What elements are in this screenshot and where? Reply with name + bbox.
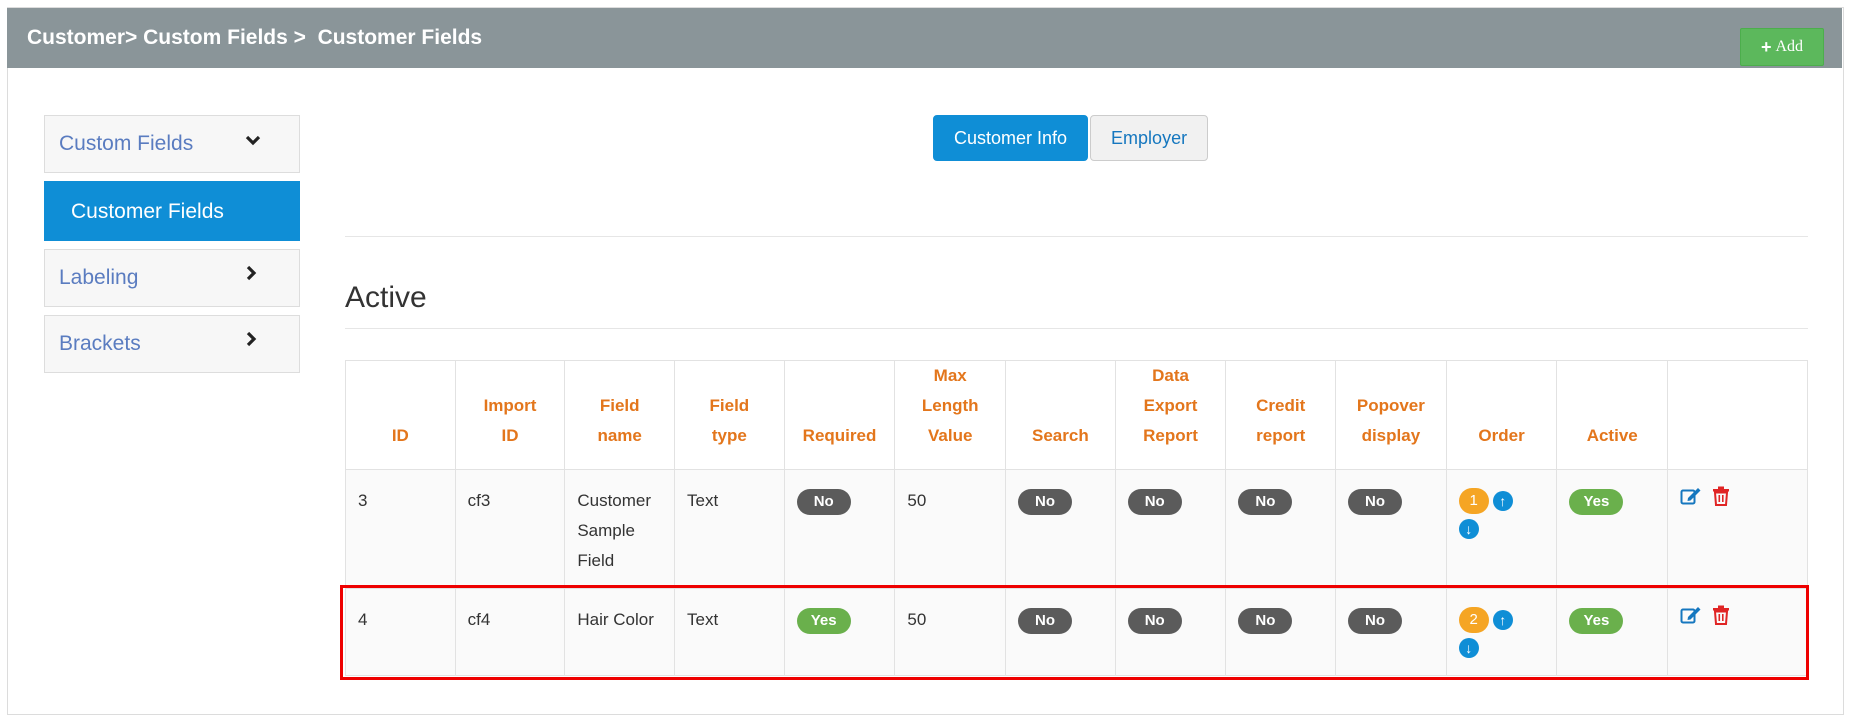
cell-credit-report: No: [1225, 588, 1337, 676]
cell-required: No: [783, 469, 896, 589]
custom-fields-table: ID Import ID Field name Field type Required M…: [345, 360, 1808, 676]
trash-icon[interactable]: [1712, 486, 1730, 516]
cell-popover: No: [1335, 588, 1447, 676]
cell-id: 3: [345, 469, 456, 589]
cell-order: 2 ↑ ↓: [1445, 588, 1558, 676]
sidebar-item-customer-fields[interactable]: Customer Fields: [44, 181, 300, 241]
status-badge: No: [1238, 489, 1293, 515]
cell-order: 1 ↑ ↓: [1445, 469, 1558, 589]
cell-credit-report: No: [1225, 469, 1337, 589]
order-badge: 1: [1458, 488, 1489, 514]
cell-max-length: 50: [894, 469, 1007, 589]
arrow-up-circle-icon[interactable]: ↑: [1492, 490, 1513, 511]
cell-id: 4: [345, 588, 456, 676]
cell-data-export: No: [1114, 469, 1227, 589]
th-actions: [1667, 360, 1808, 470]
edit-icon[interactable]: [1680, 605, 1702, 635]
sidebar-item-label: Labeling: [59, 266, 139, 289]
th-max-length: Max Length Value: [894, 360, 1007, 470]
page-header: Customer> Custom Fields > Customer Field…: [7, 8, 1842, 68]
status-badge: Yes: [796, 608, 851, 634]
th-id: ID: [345, 360, 456, 470]
sidebar-item-custom-fields[interactable]: Custom Fields: [44, 115, 300, 173]
add-button[interactable]: + Add: [1740, 28, 1824, 66]
edit-icon[interactable]: [1680, 486, 1702, 516]
add-button-label: Add: [1775, 38, 1804, 55]
divider: [345, 328, 1808, 329]
plus-icon: +: [1760, 36, 1772, 57]
tab-bar: Customer Info Employer: [933, 115, 1209, 161]
cell-data-export: No: [1114, 588, 1227, 676]
th-active: Active: [1556, 360, 1669, 470]
cell-actions: [1667, 588, 1808, 676]
cell-field-name: Customer Sample Field: [564, 469, 676, 589]
th-search: Search: [1005, 360, 1116, 470]
cell-field-name: Hair Color: [564, 588, 676, 676]
sidebar-item-labeling[interactable]: Labeling: [44, 249, 300, 307]
chevron-down-icon: [245, 130, 261, 153]
cell-field-type: Text: [674, 469, 785, 589]
table-header-row: ID Import ID Field name Field type Required M…: [345, 360, 1808, 470]
sidebar-item-label: Custom Fields: [59, 132, 194, 155]
order-badge: 2: [1458, 607, 1489, 633]
th-data-export: Data Export Report: [1114, 360, 1227, 470]
status-badge: No: [1127, 608, 1182, 634]
divider: [345, 236, 1808, 237]
status-badge: Yes: [1569, 608, 1624, 634]
sidebar-item-brackets[interactable]: Brackets: [44, 315, 300, 373]
cell-import-id: cf3: [454, 469, 566, 589]
th-field-name: Field name: [564, 360, 676, 470]
arrow-up-circle-icon[interactable]: ↑: [1492, 609, 1513, 630]
sidebar: Custom Fields Customer Fields Labeling B…: [44, 115, 300, 381]
section-title: Active: [345, 281, 427, 314]
table-row: 4 cf4 Hair Color Text Yes 50 No No No No…: [345, 588, 1808, 676]
th-import-id: Import ID: [454, 360, 566, 470]
status-badge: No: [1127, 489, 1182, 515]
cell-field-type: Text: [674, 588, 785, 676]
th-popover: Popover display: [1335, 360, 1447, 470]
cell-active: Yes: [1556, 469, 1669, 589]
status-badge: No: [1018, 489, 1073, 515]
status-badge: No: [1348, 489, 1403, 515]
sidebar-item-label: Brackets: [59, 332, 141, 355]
cell-active: Yes: [1556, 588, 1669, 676]
th-field-type: Field type: [674, 360, 785, 470]
trash-icon[interactable]: [1712, 605, 1730, 635]
arrow-down-circle-icon[interactable]: ↓: [1458, 518, 1479, 539]
cell-required: Yes: [783, 588, 896, 676]
breadcrumb: Customer> Custom Fields > Customer Field…: [27, 26, 483, 49]
cell-actions: [1667, 469, 1808, 589]
cell-import-id: cf4: [454, 588, 566, 676]
table-row: 3 cf3 Customer Sample Field Text No 50 N…: [345, 469, 1808, 589]
sidebar-item-label: Customer Fields: [71, 200, 224, 223]
status-badge: No: [1238, 608, 1293, 634]
arrow-down-circle-icon[interactable]: ↓: [1458, 637, 1479, 658]
th-required: Required: [783, 360, 896, 470]
cell-popover: No: [1335, 469, 1447, 589]
tab-employer[interactable]: Employer: [1090, 115, 1209, 161]
status-badge: No: [1348, 608, 1403, 634]
cell-search: No: [1005, 588, 1116, 676]
status-badge: Yes: [1569, 489, 1624, 515]
status-badge: No: [796, 489, 851, 515]
tab-customer-info[interactable]: Customer Info: [933, 115, 1089, 161]
status-badge: No: [1018, 608, 1073, 634]
th-credit-report: Credit report: [1225, 360, 1337, 470]
chevron-right-icon: [245, 330, 257, 353]
cell-search: No: [1005, 469, 1116, 589]
chevron-right-icon: [245, 264, 257, 287]
cell-max-length: 50: [894, 588, 1007, 676]
th-order: Order: [1445, 360, 1558, 470]
